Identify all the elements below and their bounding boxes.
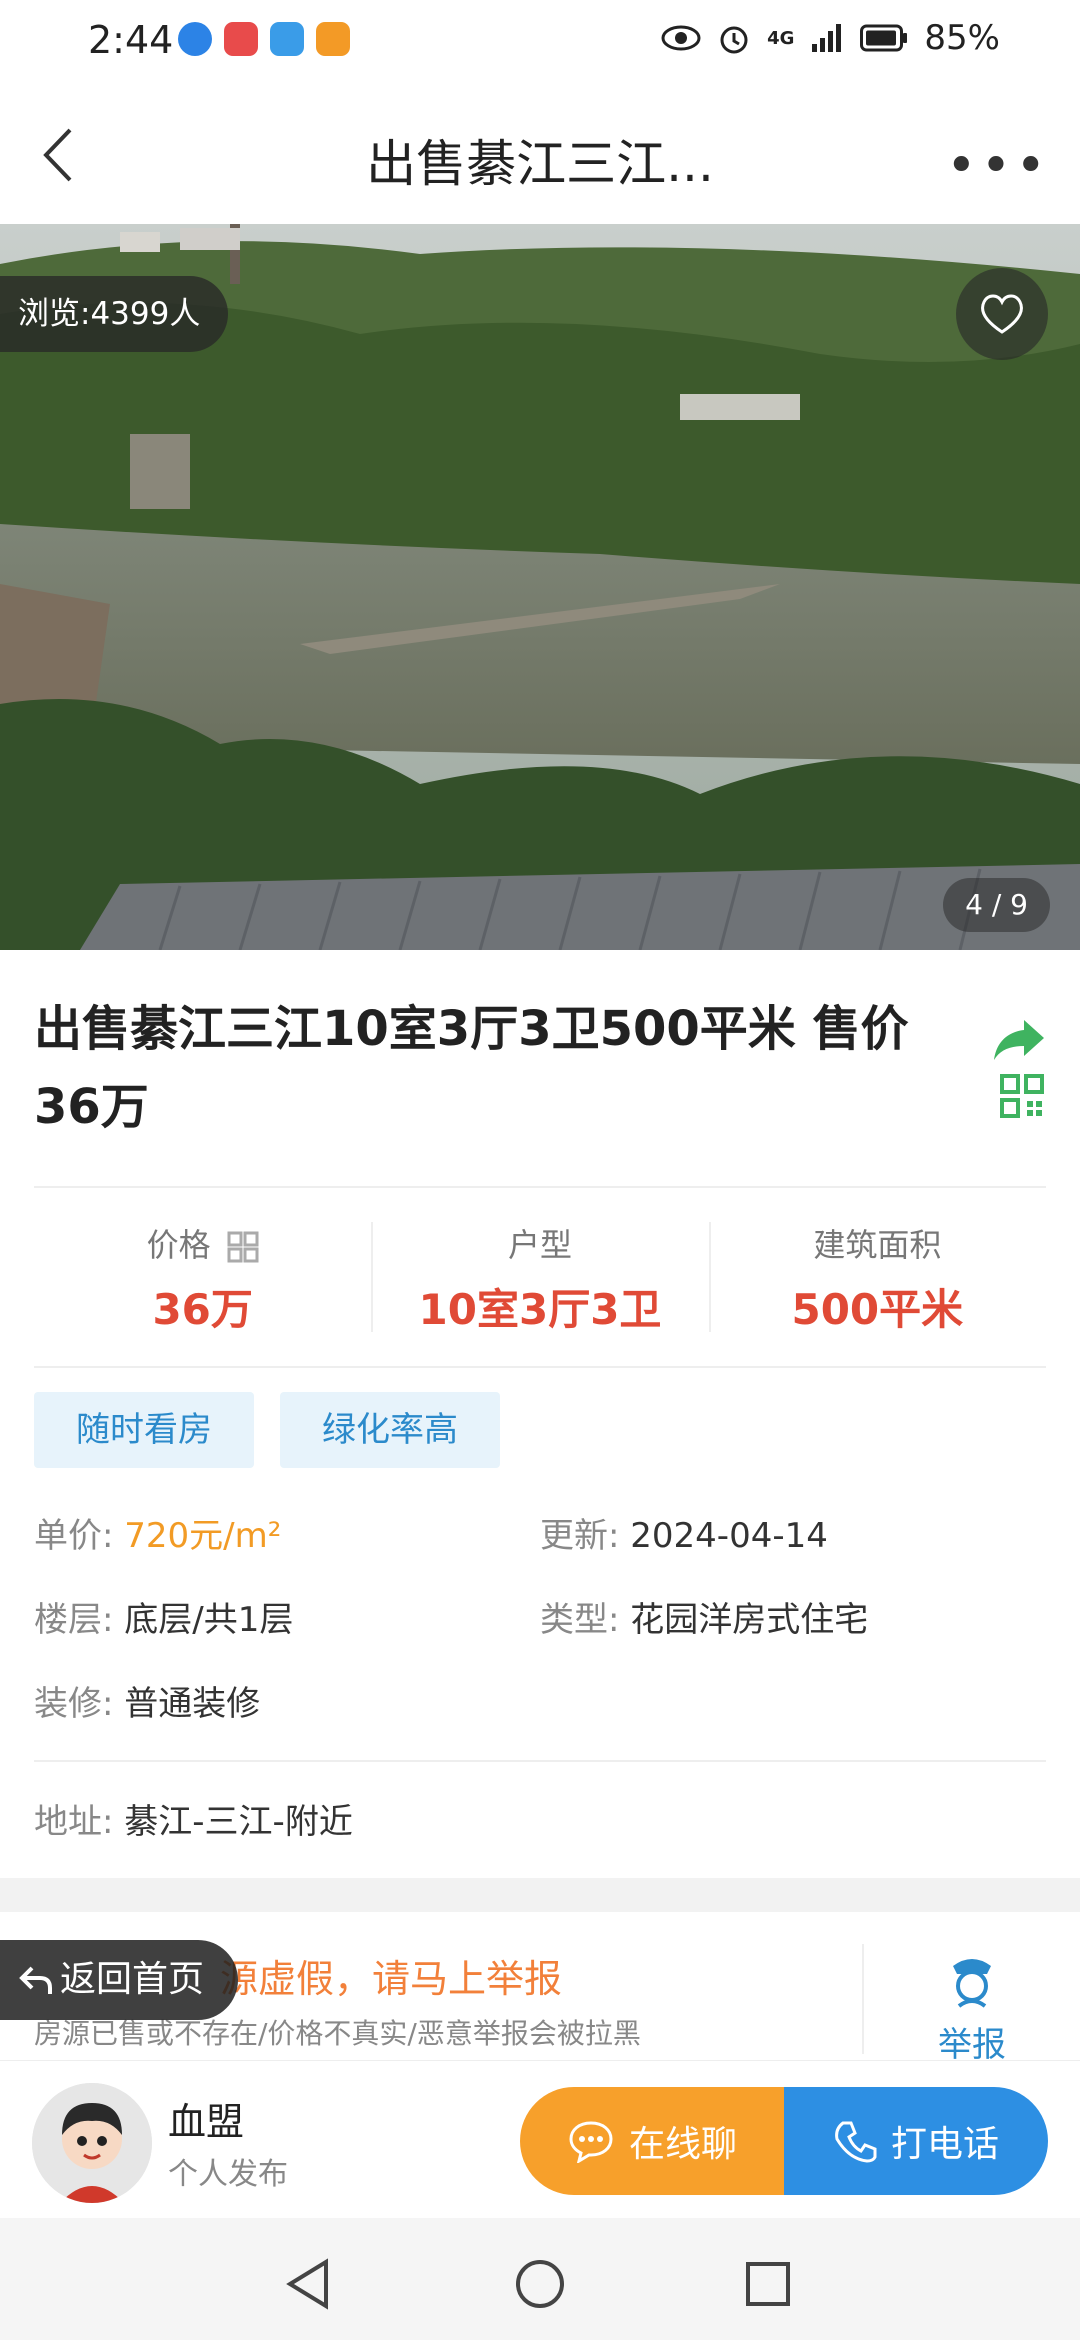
globe-icon bbox=[178, 22, 212, 56]
call-button[interactable]: 打电话 bbox=[784, 2087, 1048, 2195]
updated-row: 更新: 2024-04-14 bbox=[540, 1508, 828, 1557]
address-label: 地址: bbox=[34, 1802, 114, 1842]
battery-icon bbox=[860, 24, 908, 52]
status-right: 4G 85% bbox=[661, 18, 1000, 58]
chat-label: 在线聊 bbox=[628, 2124, 737, 2165]
views-count: 浏览:4399人 bbox=[0, 276, 229, 352]
heart-icon bbox=[981, 294, 1023, 334]
seller-name: 血盟 bbox=[168, 2100, 245, 2144]
battery-percent: 85% bbox=[924, 18, 1000, 58]
floor-value: 底层/共1层 bbox=[124, 1600, 294, 1640]
stat-value: 500平米 bbox=[791, 1285, 964, 1334]
nav-back-icon[interactable] bbox=[284, 2258, 332, 2310]
type-value: 花园洋房式住宅 bbox=[630, 1600, 869, 1640]
more-button[interactable]: ••• bbox=[946, 136, 1050, 196]
contact-bar: 血盟 个人发布 在线聊 打电话 bbox=[0, 2060, 1080, 2218]
floor-row: 楼层: 底层/共1层 bbox=[34, 1592, 293, 1641]
divider bbox=[34, 1186, 1046, 1188]
phone-icon bbox=[835, 2121, 877, 2163]
chat-button[interactable]: 在线聊 bbox=[520, 2087, 784, 2195]
system-nav-bar bbox=[0, 2218, 1080, 2340]
photo-counter: 4 / 9 bbox=[943, 878, 1050, 932]
tag-high-greenery: 绿化率高 bbox=[280, 1392, 500, 1468]
favorite-button[interactable] bbox=[956, 268, 1048, 360]
stat-value: 36万 bbox=[152, 1285, 253, 1334]
back-home-label: 返回首页 bbox=[60, 1959, 205, 2000]
video-icon bbox=[316, 22, 350, 56]
stat-label: 价格 bbox=[146, 1226, 211, 1264]
avatar[interactable] bbox=[32, 2083, 152, 2203]
feature-tags: 随时看房 绿化率高 bbox=[34, 1392, 500, 1468]
type-row: 类型: 花园洋房式住宅 bbox=[540, 1592, 868, 1641]
calculator-icon[interactable] bbox=[227, 1231, 259, 1263]
signal-icon bbox=[812, 24, 842, 52]
stat-label: 建筑面积 bbox=[813, 1226, 942, 1264]
divider bbox=[34, 1760, 1046, 1762]
report-button[interactable]: 举报 bbox=[900, 1952, 1044, 2066]
share-arrow-icon bbox=[994, 1020, 1044, 1060]
seller-type: 个人发布 bbox=[168, 2157, 288, 2192]
eye-icon bbox=[661, 25, 701, 51]
unit-price-row: 单价: 720元/m² bbox=[34, 1508, 281, 1557]
status-app-icons bbox=[178, 22, 350, 56]
avatar-image bbox=[32, 2083, 152, 2203]
stat-layout: 户型 10室3厅3卫 bbox=[371, 1222, 708, 1334]
listing-title: 出售綦江三江10室3厅3卫500平米 售价36万 bbox=[34, 1001, 909, 1135]
chat-bubble-icon bbox=[569, 2121, 613, 2163]
alarm-icon bbox=[720, 26, 748, 54]
address-row[interactable]: 地址: 綦江-三江-附近 bbox=[34, 1794, 353, 1843]
updated-value: 2024-04-14 bbox=[630, 1516, 828, 1556]
share-button[interactable] bbox=[992, 1018, 1046, 1062]
return-arrow-icon bbox=[19, 1966, 52, 1994]
decoration-label: 装修: bbox=[34, 1684, 114, 1724]
qr-code-icon bbox=[1000, 1074, 1044, 1118]
status-bar: 2:44 4G 85% bbox=[0, 0, 1080, 86]
unit-price-value: 720元/m² bbox=[124, 1516, 282, 1556]
navigation-bar: 出售綦江三江... ••• bbox=[0, 86, 1080, 224]
key-stats: 价格 36万 户型 10室3厅3卫 建筑面积 500平米 bbox=[34, 1222, 1046, 1334]
address-value: 綦江-三江-附近 bbox=[124, 1802, 353, 1842]
decoration-row: 装修: 普通装修 bbox=[34, 1676, 260, 1725]
updated-label: 更新: bbox=[540, 1516, 620, 1556]
decoration-value: 普通装修 bbox=[124, 1684, 261, 1724]
unit-price-label: 单价: bbox=[34, 1516, 114, 1556]
back-home-button[interactable]: 返回首页 bbox=[0, 1940, 239, 2020]
page-title: 出售綦江三江... bbox=[366, 135, 714, 193]
network-label: 4G bbox=[767, 27, 795, 49]
nav-recents-icon[interactable] bbox=[744, 2260, 792, 2308]
cloud-icon bbox=[270, 22, 304, 56]
call-label: 打电话 bbox=[890, 2124, 999, 2165]
police-icon bbox=[953, 1959, 991, 2008]
divider bbox=[34, 1366, 1046, 1368]
stat-label: 户型 bbox=[507, 1226, 572, 1264]
nav-home-icon[interactable] bbox=[514, 2258, 566, 2310]
report-label: 举报 bbox=[938, 2025, 1006, 2065]
section-gap bbox=[0, 1878, 1080, 1912]
status-time: 2:44 bbox=[88, 18, 174, 62]
more-dots-icon: ••• bbox=[945, 136, 1050, 196]
report-title: 源虚假，请马上举报 bbox=[220, 1957, 563, 2001]
type-label: 类型: bbox=[540, 1600, 620, 1640]
qr-code-button[interactable] bbox=[1000, 1074, 1044, 1118]
tag-viewing-anytime: 随时看房 bbox=[34, 1392, 254, 1468]
divider bbox=[862, 1944, 864, 2054]
stat-value: 10室3厅3卫 bbox=[418, 1285, 662, 1334]
stat-area: 建筑面积 500平米 bbox=[708, 1222, 1046, 1334]
huawei-app-icon bbox=[224, 22, 258, 56]
stat-price: 价格 36万 bbox=[34, 1222, 371, 1334]
floor-label: 楼层: bbox=[34, 1600, 114, 1640]
